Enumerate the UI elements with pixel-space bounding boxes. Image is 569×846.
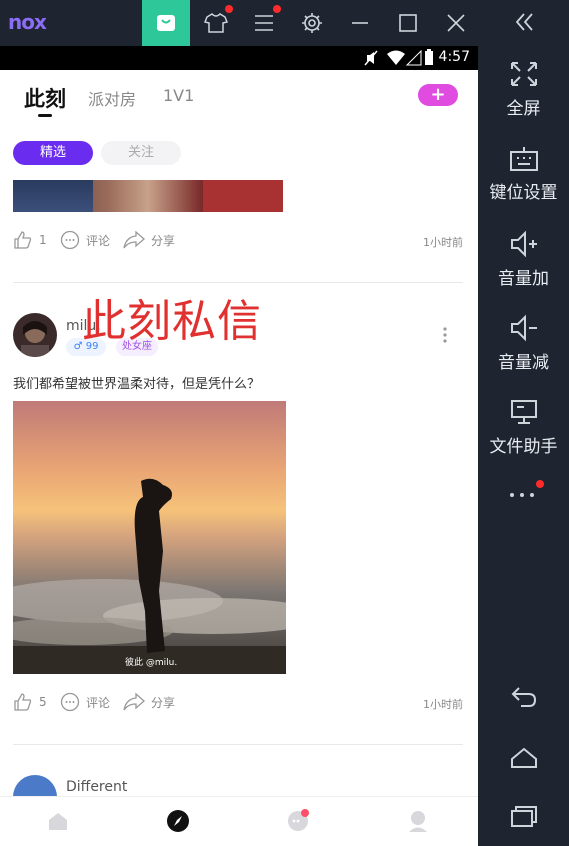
back-icon: [511, 687, 536, 707]
sidebar-item-label: 键位设置: [489, 183, 558, 203]
like-count: 1: [39, 233, 47, 247]
like-count: 5: [39, 695, 47, 709]
shirt-icon: [204, 13, 228, 33]
keyboard-icon: [509, 147, 538, 171]
share-label: 分享: [151, 695, 176, 710]
mute-icon: [364, 50, 378, 66]
menu-icon: [255, 15, 273, 31]
home-icon: [510, 747, 537, 768]
more-horizontal-icon: [509, 480, 544, 497]
post-time: 1小时前: [423, 698, 463, 711]
post-actions: 5 评论 分享 1小时前: [13, 692, 463, 716]
post-time: 1小时前: [423, 236, 463, 249]
settings-icon: [302, 13, 322, 33]
sidebar-item-label: 音量加: [498, 269, 549, 289]
overlay-caption: 此刻私信: [82, 296, 262, 347]
share-button[interactable]: 分享: [123, 230, 175, 250]
notification-dot: [273, 5, 281, 13]
share-icon: [123, 692, 145, 711]
comment-label: 评论: [86, 233, 111, 248]
post-actions: 1 评论 分享 1小时前: [13, 230, 463, 254]
collapse-sidebar-button[interactable]: [478, 10, 569, 40]
emulator-toolbar: nox: [0, 0, 478, 46]
maximize-button[interactable]: [384, 0, 432, 46]
photo-credit: 彼此 @milu.: [125, 658, 178, 668]
messages-icon[interactable]: [286, 809, 310, 833]
monitor-icon: [510, 400, 537, 424]
close-button[interactable]: [432, 0, 480, 46]
volume-up-icon: [510, 230, 537, 258]
volume-down-icon: [510, 314, 537, 342]
post-image[interactable]: [13, 180, 283, 212]
like-button[interactable]: 1: [13, 230, 47, 250]
post-text: 我们都希望被世界温柔对待，但是凭什么？: [13, 377, 261, 392]
nox-logo: nox: [8, 10, 47, 34]
android-back-button[interactable]: [478, 684, 569, 715]
android-status-bar: 4:57: [0, 46, 478, 70]
sidebar-item-fullscreen[interactable]: 全屏: [478, 60, 569, 119]
theme-button[interactable]: [192, 0, 240, 46]
android-home-button[interactable]: [478, 745, 569, 776]
minimize-icon: [352, 22, 368, 24]
sidebar-more-button[interactable]: [478, 480, 569, 515]
notification-dot: [225, 5, 233, 13]
bottom-navigation: [0, 796, 478, 846]
more-options-icon[interactable]: [440, 326, 450, 344]
add-post-button[interactable]: +: [418, 84, 458, 106]
share-label: 分享: [151, 233, 176, 248]
comment-icon: [60, 230, 80, 250]
share-button[interactable]: 分享: [123, 692, 175, 712]
username[interactable]: Different: [66, 779, 127, 795]
comment-label: 评论: [86, 695, 111, 710]
comment-button[interactable]: 评论: [60, 230, 110, 250]
battery-icon: [425, 49, 433, 65]
tab-moment[interactable]: 此刻: [24, 83, 66, 113]
android-recents-button[interactable]: [478, 803, 569, 834]
thumbs-up-icon: [14, 693, 32, 711]
menu-button[interactable]: [240, 0, 288, 46]
active-tab-indicator: [38, 114, 52, 117]
home-icon[interactable]: [46, 809, 70, 833]
shopping-bag-icon: [157, 15, 175, 31]
share-icon: [123, 230, 145, 249]
emulator-sidebar: 全屏 键位设置 音量加 音量减 文件助手: [478, 0, 569, 846]
sidebar-item-keymap[interactable]: 键位设置: [478, 146, 569, 203]
chip-following[interactable]: 关注: [101, 141, 181, 165]
emulator-window: nox 全屏 键位设置 音量加 音量减 文件助手 4:57 此刻 派对房 1V1…: [0, 0, 569, 846]
close-icon: [447, 14, 465, 32]
divider: [13, 282, 463, 283]
comment-icon: [60, 692, 80, 712]
like-button[interactable]: 5: [13, 692, 47, 712]
top-tabs: 此刻 派对房 1V1 +: [0, 70, 478, 126]
maximize-icon: [399, 14, 417, 32]
sidebar-item-file-helper[interactable]: 文件助手: [478, 398, 569, 457]
compass-icon[interactable]: [166, 809, 190, 833]
avatar[interactable]: [13, 313, 57, 357]
clock: 4:57: [438, 49, 470, 65]
tab-party-room[interactable]: 派对房: [88, 86, 136, 110]
double-chevron-left-icon: [515, 13, 533, 31]
sidebar-item-label: 音量减: [498, 353, 549, 373]
sidebar-item-label: 文件助手: [489, 437, 558, 457]
app-screen: 此刻 派对房 1V1 + 精选 关注 1 评论 分享 1小时前 milu. ♂ …: [0, 70, 478, 846]
tab-1v1[interactable]: 1V1: [163, 86, 194, 105]
post-image[interactable]: 彼此 @milu.: [13, 401, 286, 674]
comment-button[interactable]: 评论: [60, 692, 110, 712]
recents-icon: [510, 806, 537, 827]
settings-button[interactable]: [288, 0, 336, 46]
signal-icon: [406, 50, 422, 66]
fullscreen-icon: [510, 62, 537, 86]
wifi-icon: [387, 50, 405, 65]
app-store-button[interactable]: [142, 0, 190, 46]
profile-icon[interactable]: [406, 809, 430, 833]
chip-featured[interactable]: 精选: [13, 141, 93, 165]
thumbs-up-icon: [14, 231, 32, 249]
sidebar-item-volume-down[interactable]: 音量减: [478, 314, 569, 373]
sidebar-item-volume-up[interactable]: 音量加: [478, 230, 569, 289]
divider: [13, 744, 463, 745]
sidebar-item-label: 全屏: [506, 99, 541, 119]
minimize-button[interactable]: [336, 0, 384, 46]
